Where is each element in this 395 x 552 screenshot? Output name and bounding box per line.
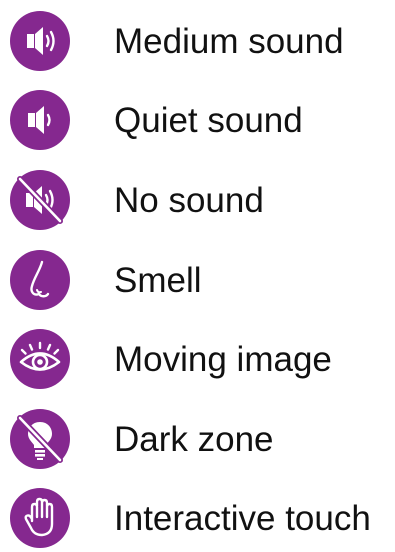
legend-label: Interactive touch <box>114 498 371 538</box>
speaker-quiet-icon <box>10 90 70 150</box>
speaker-muted-icon <box>10 170 70 230</box>
legend-label: Moving image <box>114 339 332 379</box>
legend-label: Quiet sound <box>114 100 303 140</box>
legend-label: No sound <box>114 180 264 220</box>
legend-item-interactive-touch: Interactive touch <box>10 488 371 548</box>
sensory-legend: Medium sound Quiet sound No sound Smell … <box>0 0 395 552</box>
legend-item-dark-zone: Dark zone <box>10 409 274 469</box>
legend-item-medium-sound: Medium sound <box>10 11 344 71</box>
speaker-medium-icon <box>10 11 70 71</box>
light-bulb-off-icon <box>10 409 70 469</box>
eye-icon <box>10 329 70 389</box>
legend-item-smell: Smell <box>10 250 202 310</box>
legend-label: Smell <box>114 260 202 300</box>
legend-item-quiet-sound: Quiet sound <box>10 90 303 150</box>
legend-label: Dark zone <box>114 419 274 459</box>
legend-label: Medium sound <box>114 21 344 61</box>
legend-item-moving-image: Moving image <box>10 329 332 389</box>
hand-icon <box>10 488 70 548</box>
nose-icon <box>10 250 70 310</box>
legend-item-no-sound: No sound <box>10 170 264 230</box>
